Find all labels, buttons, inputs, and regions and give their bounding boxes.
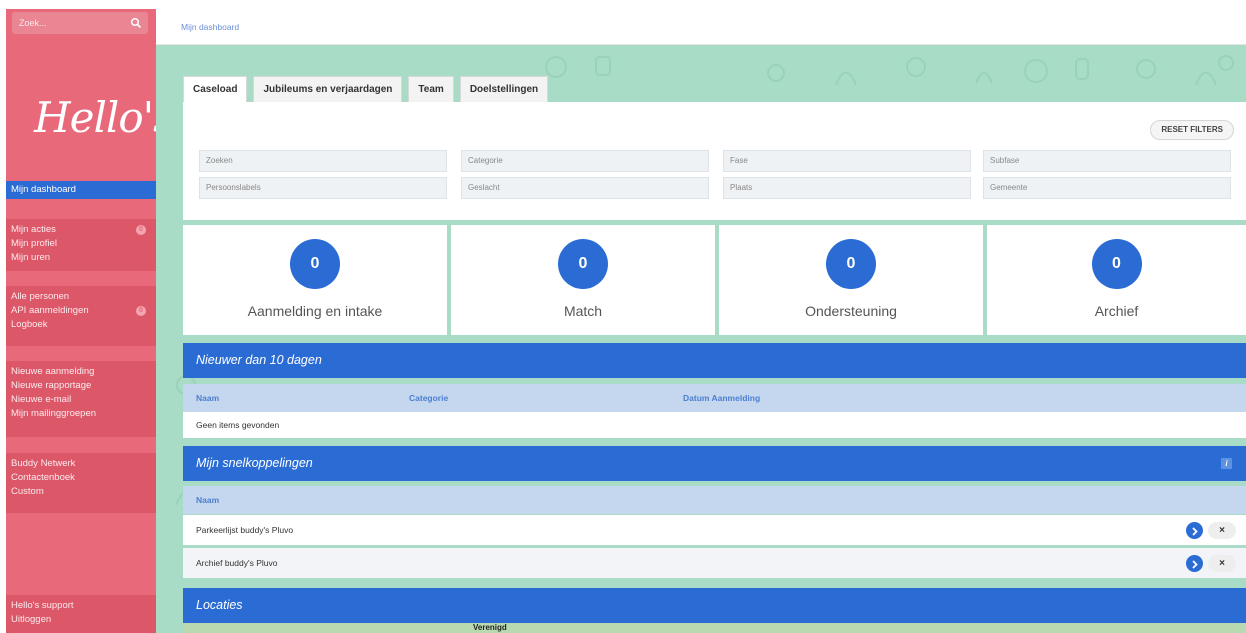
card-match[interactable]: 0 Match: [451, 225, 715, 335]
breadcrumb[interactable]: Mijn dashboard: [181, 22, 239, 32]
locations-panel-title: Locaties: [183, 588, 1246, 623]
sidebar-item-uitloggen[interactable]: Uitloggen: [6, 613, 156, 627]
sidebar-item-mijn-dashboard[interactable]: Mijn dashboard: [6, 181, 156, 199]
filter-subfase[interactable]: Subfase: [983, 150, 1231, 172]
nav-group-new: Nieuwe aanmelding Nieuwe rapportage Nieu…: [6, 361, 156, 437]
sidebar-item-label: API aanmeldingen: [11, 305, 89, 316]
sidebar-item-nieuwe-aanmelding[interactable]: Nieuwe aanmelding: [6, 365, 156, 379]
filter-gemeente[interactable]: Gemeente: [983, 177, 1231, 199]
sidebar-item-alle-personen[interactable]: Alle personen: [6, 290, 156, 304]
card-label: Ondersteuning: [805, 303, 897, 319]
tab-doelstellingen[interactable]: Doelstellingen: [459, 76, 549, 103]
card-label: Match: [563, 303, 603, 319]
chevron-right-icon: [1192, 527, 1198, 536]
nav-group-people: Alle personen API aanmeldingen 0 Logboek: [6, 286, 156, 346]
filter-zoeken[interactable]: Zoeken: [199, 150, 447, 172]
card-aanmelding-en-intake[interactable]: 0 Aanmelding en intake: [183, 225, 447, 335]
tab-bar: Caseload Jubileums en verjaardagen Team …: [183, 76, 554, 103]
sidebar-item-mijn-profiel[interactable]: Mijn profiel: [6, 237, 156, 251]
sidebar-item-api-aanmeldingen[interactable]: API aanmeldingen 0: [6, 304, 156, 318]
map-label: Verenigd: [473, 623, 507, 632]
recent-table-header: Naam Categorie Datum Aanmelding: [183, 384, 1246, 412]
info-icon[interactable]: i: [1221, 458, 1232, 469]
card-label: Aanmelding en intake: [247, 303, 383, 319]
column-datum-aanmelding[interactable]: Datum Aanmelding: [683, 384, 760, 412]
sidebar-item-mijn-acties[interactable]: Mijn acties 0: [6, 223, 156, 237]
remove-shortcut-button[interactable]: ×: [1208, 522, 1236, 539]
sidebar-item-buddy-netwerk[interactable]: Buddy Netwerk: [6, 457, 156, 471]
tab-caseload[interactable]: Caseload: [183, 76, 248, 103]
empty-state: Geen items gevonden: [183, 412, 1246, 438]
count-circle: 0: [290, 239, 340, 289]
card-label: Archief: [1094, 303, 1139, 319]
sidebar-item-custom[interactable]: Custom: [6, 485, 156, 499]
filter-categorie[interactable]: Categorie: [461, 150, 709, 172]
sidebar-item-logboek[interactable]: Logboek: [6, 318, 156, 332]
search-input[interactable]: [12, 12, 122, 34]
shortcut-row[interactable]: Parkeerlijst buddy's Pluvo ×: [183, 515, 1246, 545]
locations-map[interactable]: Verenigd: [183, 623, 1246, 633]
shortcut-label[interactable]: Parkeerlijst buddy's Pluvo: [196, 525, 293, 535]
chevron-right-icon: [1192, 560, 1198, 569]
shortcuts-panel-title: Mijn snelkoppelingen i: [183, 446, 1246, 481]
shortcut-row[interactable]: Archief buddy's Pluvo ×: [183, 548, 1246, 578]
nav-dashboard-group: Mijn dashboard: [6, 181, 156, 199]
sidebar-item-label: Mijn acties: [11, 224, 56, 235]
nav-group-personal: Mijn acties 0 Mijn profiel Mijn uren: [6, 219, 156, 271]
sidebar-item-nieuwe-rapportage[interactable]: Nieuwe rapportage: [6, 379, 156, 393]
search-icon[interactable]: [130, 17, 142, 29]
sidebar-item-hellos-support[interactable]: Hello's support: [6, 599, 156, 613]
tab-team[interactable]: Team: [408, 76, 454, 103]
card-archief[interactable]: 0 Archief: [987, 225, 1246, 335]
open-shortcut-button[interactable]: [1186, 522, 1203, 539]
sidebar-item-contactenboek[interactable]: Contactenboek: [6, 471, 156, 485]
column-naam[interactable]: Naam: [196, 384, 219, 412]
sidebar: Hello's Mijn dashboard Mijn acties 0 Mijn…: [6, 9, 175, 633]
shortcuts-title: Mijn snelkoppelingen: [196, 456, 313, 470]
reset-filters-button[interactable]: RESET FILTERS: [1150, 120, 1234, 140]
filter-fase[interactable]: Fase: [723, 150, 971, 172]
card-ondersteuning[interactable]: 0 Ondersteuning: [719, 225, 983, 335]
recent-panel-title: Nieuwer dan 10 dagen: [183, 343, 1246, 378]
filter-panel: RESET FILTERS Zoeken Categorie Fase Subf…: [183, 102, 1246, 220]
filter-geslacht[interactable]: Geslacht: [461, 177, 709, 199]
shortcut-label[interactable]: Archief buddy's Pluvo: [196, 558, 277, 568]
filter-plaats[interactable]: Plaats: [723, 177, 971, 199]
search-box: [12, 12, 148, 34]
sidebar-item-mijn-uren[interactable]: Mijn uren: [6, 251, 156, 265]
sidebar-item-mijn-mailinggroepen[interactable]: Mijn mailinggroepen: [6, 407, 156, 421]
count-badge: 0: [136, 306, 146, 316]
tab-jubileums[interactable]: Jubileums en verjaardagen: [253, 76, 403, 103]
count-circle: 0: [826, 239, 876, 289]
open-shortcut-button[interactable]: [1186, 555, 1203, 572]
nav-group-footer: Hello's support Uitloggen: [6, 595, 156, 633]
count-badge: 0: [136, 225, 146, 235]
count-circle: 0: [1091, 239, 1142, 289]
count-circle: 0: [558, 239, 608, 289]
remove-shortcut-button[interactable]: ×: [1208, 555, 1236, 572]
sidebar-item-nieuwe-email[interactable]: Nieuwe e-mail: [6, 393, 156, 407]
hellos-logo[interactable]: Hello's: [34, 93, 175, 142]
column-naam[interactable]: Naam: [196, 495, 219, 505]
shortcuts-table-header: Naam: [183, 486, 1246, 514]
filter-persoonslabels[interactable]: Persoonslabels: [199, 177, 447, 199]
column-categorie[interactable]: Categorie: [409, 384, 448, 412]
nav-group-network: Buddy Netwerk Contactenboek Custom: [6, 453, 156, 513]
